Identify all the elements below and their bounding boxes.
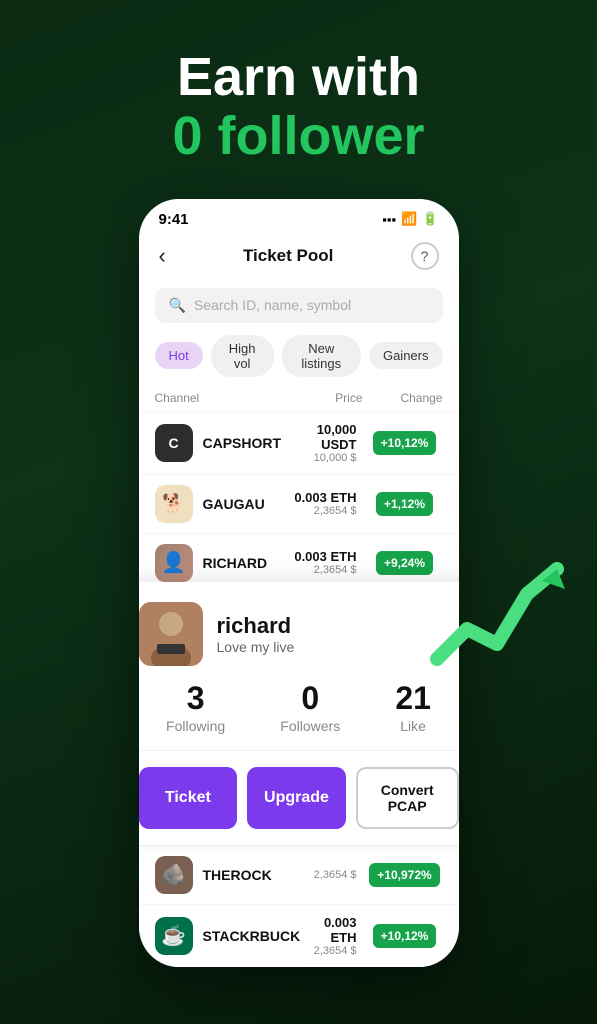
nav-bar: ‹ Ticket Pool ? — [139, 234, 459, 280]
status-time: 9:41 — [159, 211, 189, 228]
table-header: Channel Price Change — [139, 387, 459, 411]
followers-label: Followers — [280, 718, 340, 734]
avatar-stackrbuck: ☕ — [155, 917, 193, 955]
col-change-header: Change — [363, 391, 443, 405]
signal-icon: ▪▪▪ — [382, 212, 396, 227]
avatar — [139, 602, 203, 666]
filter-tabs: Hot High vol New listings Gainers — [139, 335, 459, 387]
avatar-capshort: C — [155, 424, 193, 462]
following-count: 3 — [166, 682, 225, 714]
profile-info: richard Love my live — [217, 613, 459, 655]
upgrade-button[interactable]: Upgrade — [247, 767, 346, 829]
table-row[interactable]: 🐕 GAUGAU 0.003 ETH 2,3654 $ +1,12% — [139, 474, 459, 533]
phone-mockup: 9:41 ▪▪▪ 📶 🔋 ‹ Ticket Pool ? 🔍 Search ID… — [0, 199, 597, 967]
ticker-price: 10,000 USDT 10,000 $ — [291, 422, 356, 464]
search-bar[interactable]: 🔍 Search ID, name, symbol — [155, 288, 443, 323]
ticker-price: 0.003 ETH 2,3654 $ — [310, 915, 356, 957]
tab-newlistings[interactable]: New listings — [282, 335, 361, 377]
likes-count: 21 — [395, 682, 431, 714]
help-button[interactable]: ? — [411, 242, 439, 270]
page-title: Ticket Pool — [243, 246, 333, 266]
profile-stats: 3 Following 0 Followers 21 Like — [139, 682, 459, 751]
tab-gainers[interactable]: Gainers — [369, 342, 443, 369]
status-bar: 9:41 ▪▪▪ 📶 🔋 — [139, 199, 459, 234]
convert-button[interactable]: Convert PCAP — [356, 767, 459, 829]
stat-followers: 0 Followers — [280, 682, 340, 734]
search-icon: 🔍 — [169, 297, 186, 314]
col-price-header: Price — [259, 391, 363, 405]
avatar-image — [139, 602, 203, 666]
ticker-price: 0.003 ETH 2,3654 $ — [285, 549, 357, 576]
profile-bio: Love my live — [217, 639, 459, 655]
followers-count: 0 — [280, 682, 340, 714]
ticker-change: +10,972% — [367, 863, 443, 887]
profile-name: richard — [217, 613, 459, 639]
back-button[interactable]: ‹ — [159, 243, 166, 269]
status-icons: ▪▪▪ 📶 🔋 — [382, 211, 438, 227]
col-channel-header: Channel — [155, 391, 259, 405]
table-row[interactable]: ☕ STACKRBUCK 0.003 ETH 2,3654 $ +10,12% — [139, 904, 459, 967]
avatar-therock: 🪨 — [155, 856, 193, 894]
stat-following: 3 Following — [166, 682, 225, 734]
search-input[interactable]: Search ID, name, symbol — [194, 297, 351, 313]
ticker-price: 0.003 ETH 2,3654 $ — [285, 490, 357, 517]
ticker-price: 2,3654 $ — [285, 869, 357, 881]
tab-hot[interactable]: Hot — [155, 342, 203, 369]
hero-line1: Earn with — [20, 48, 577, 107]
ticker-name: GAUGAU — [203, 496, 275, 512]
ticker-name: RICHARD — [203, 555, 275, 571]
wifi-icon: 📶 — [401, 211, 417, 227]
profile-card: richard Love my live 3 Following 0 Follo… — [139, 582, 459, 845]
profile-header: richard Love my live — [139, 602, 459, 666]
trend-chart — [427, 539, 587, 679]
ticker-change: +10,12% — [367, 924, 443, 948]
battery-icon: 🔋 — [422, 211, 438, 227]
avatar-gaugau: 🐕 — [155, 485, 193, 523]
ticker-change: +1,12% — [367, 492, 443, 516]
ticker-name: THEROCK — [203, 867, 275, 883]
ticker-name: CAPSHORT — [203, 435, 282, 451]
hero-section: Earn with 0 follower — [0, 0, 597, 199]
phone-frame: 9:41 ▪▪▪ 📶 🔋 ‹ Ticket Pool ? 🔍 Search ID… — [139, 199, 459, 967]
stat-likes: 21 Like — [395, 682, 431, 734]
tab-highvol[interactable]: High vol — [211, 335, 274, 377]
table-row[interactable]: 🪨 THEROCK 2,3654 $ +10,972% — [139, 845, 459, 904]
avatar-richard: 👤 — [155, 544, 193, 582]
ticker-name: STACKRBUCK — [203, 928, 301, 944]
following-label: Following — [166, 718, 225, 734]
table-row[interactable]: C CAPSHORT 10,000 USDT 10,000 $ +10,12% — [139, 411, 459, 474]
ticket-button[interactable]: Ticket — [139, 767, 238, 829]
phone-bottom: 🪨 THEROCK 2,3654 $ +10,972% ☕ STACKRBUCK… — [139, 845, 459, 967]
ticker-change: +10,12% — [367, 431, 443, 455]
profile-actions: Ticket Upgrade Convert PCAP — [139, 767, 459, 829]
likes-label: Like — [395, 718, 431, 734]
hero-line2: 0 follower — [20, 107, 577, 166]
